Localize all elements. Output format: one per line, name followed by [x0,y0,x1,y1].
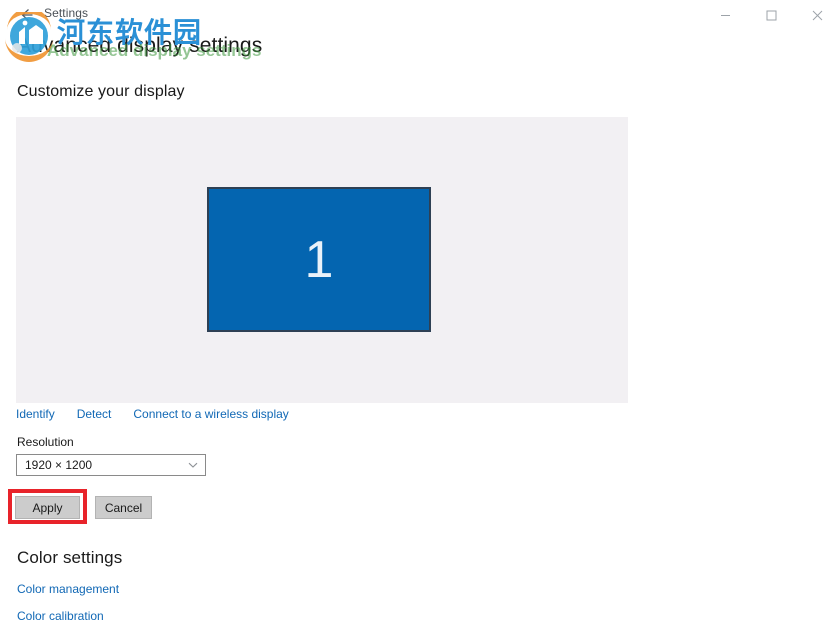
window-controls [702,0,840,30]
window-title: Settings [44,6,89,20]
monitor-number-label: 1 [304,230,334,289]
customize-display-heading: Customize your display [17,83,185,100]
color-settings-heading: Color settings [17,548,123,567]
display-actions-links: Identify Detect Connect to a wireless di… [16,407,289,421]
back-arrow-icon[interactable] [16,4,38,26]
identify-link[interactable]: Identify [16,407,55,421]
connect-wireless-display-link[interactable]: Connect to a wireless display [133,407,288,421]
resolution-label: Resolution [17,435,74,449]
resolution-selected-value: 1920 × 1200 [25,458,93,472]
detect-link[interactable]: Detect [77,407,112,421]
apply-button[interactable]: Apply [15,496,80,519]
chevron-down-icon [181,459,205,471]
maximize-button[interactable] [748,0,794,30]
color-calibration-link[interactable]: Color calibration [17,609,104,623]
display-preview-panel: 1 [16,117,628,403]
cancel-button[interactable]: Cancel [95,496,152,519]
monitor-tile-1[interactable]: 1 [207,187,431,332]
color-management-link[interactable]: Color management [17,582,119,596]
close-button[interactable] [794,0,840,30]
page-title: Advanced display settings [17,34,263,57]
resolution-dropdown[interactable]: 1920 × 1200 [16,454,206,476]
minimize-button[interactable] [702,0,748,30]
window-titlebar: Settings [0,0,840,30]
